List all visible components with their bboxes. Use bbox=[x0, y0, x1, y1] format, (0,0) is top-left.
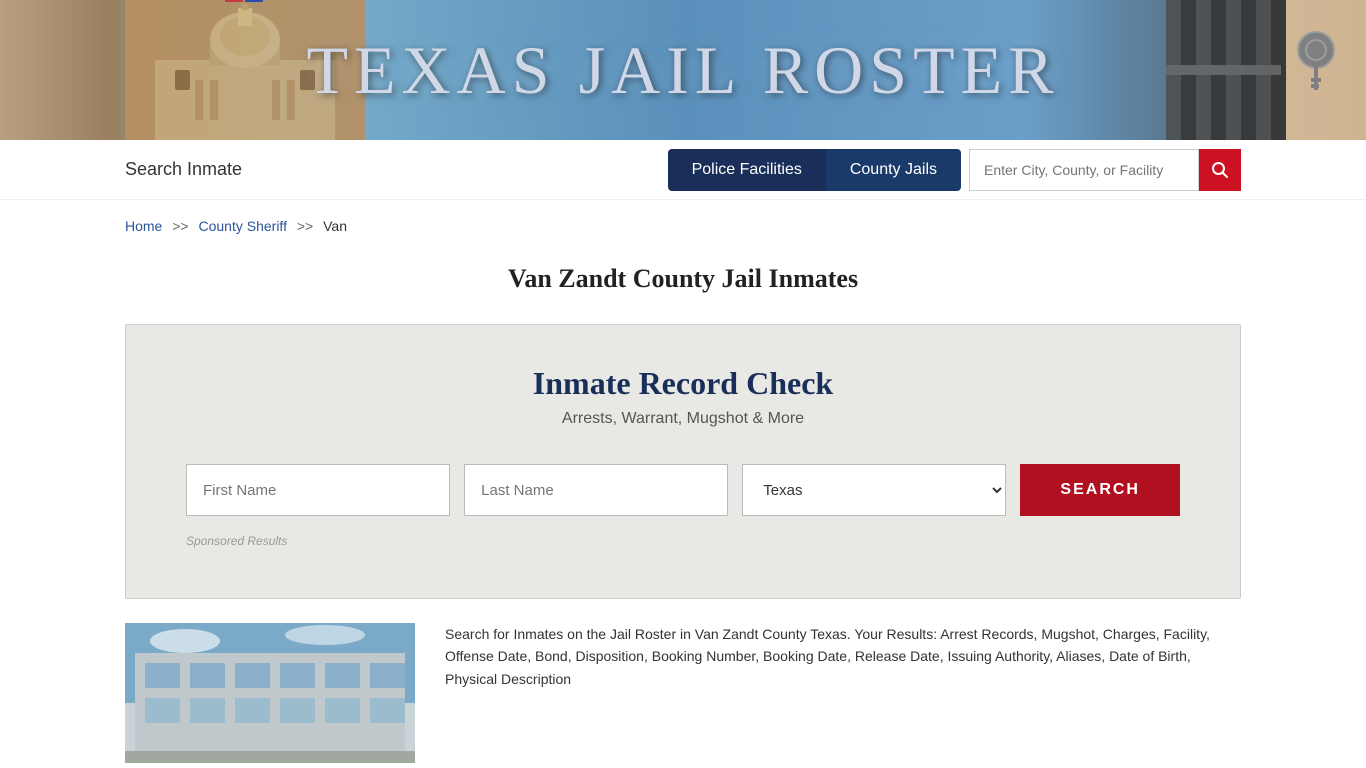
page-title-wrap: Van Zandt County Jail Inmates bbox=[0, 244, 1366, 304]
search-inmate-label: Search Inmate bbox=[125, 159, 242, 180]
site-title: Texas Jail Roster bbox=[306, 31, 1059, 110]
bottom-description: Search for Inmates on the Jail Roster in… bbox=[445, 623, 1241, 763]
breadcrumb-sep1: >> bbox=[172, 218, 188, 234]
record-check-form: AlabamaAlaskaArizonaArkansasCaliforniaCo… bbox=[186, 464, 1180, 516]
breadcrumb-sep2: >> bbox=[297, 218, 313, 234]
state-select[interactable]: AlabamaAlaskaArizonaArkansasCaliforniaCo… bbox=[742, 464, 1006, 516]
header-banner: Texas Jail Roster bbox=[0, 0, 1366, 140]
record-search-button[interactable]: SEARCH bbox=[1020, 464, 1180, 516]
facility-search-wrap bbox=[969, 149, 1241, 191]
navbar-right: Police Facilities County Jails bbox=[668, 149, 1241, 191]
search-icon bbox=[1211, 161, 1229, 179]
bottom-section: Search for Inmates on the Jail Roster in… bbox=[125, 623, 1241, 763]
keys-image bbox=[1166, 0, 1366, 140]
record-check-section: Inmate Record Check Arrests, Warrant, Mu… bbox=[125, 324, 1241, 599]
breadcrumb: Home >> County Sheriff >> Van bbox=[0, 200, 1366, 244]
police-facilities-button[interactable]: Police Facilities bbox=[668, 149, 826, 191]
facility-search-button[interactable] bbox=[1199, 149, 1241, 191]
breadcrumb-current: Van bbox=[323, 218, 347, 234]
county-jails-button[interactable]: County Jails bbox=[826, 149, 961, 191]
facility-search-input[interactable] bbox=[969, 149, 1199, 191]
page-title: Van Zandt County Jail Inmates bbox=[0, 264, 1366, 294]
navbar: Search Inmate Police Facilities County J… bbox=[0, 140, 1366, 200]
first-name-input[interactable] bbox=[186, 464, 450, 516]
sponsored-label: Sponsored Results bbox=[186, 534, 1180, 548]
facility-image bbox=[125, 623, 415, 763]
record-check-subtitle: Arrests, Warrant, Mugshot & More bbox=[186, 410, 1180, 428]
breadcrumb-county-sheriff[interactable]: County Sheriff bbox=[199, 218, 287, 234]
building-svg bbox=[125, 623, 415, 763]
breadcrumb-home[interactable]: Home bbox=[125, 218, 162, 234]
last-name-input[interactable] bbox=[464, 464, 728, 516]
record-check-title: Inmate Record Check bbox=[186, 365, 1180, 402]
